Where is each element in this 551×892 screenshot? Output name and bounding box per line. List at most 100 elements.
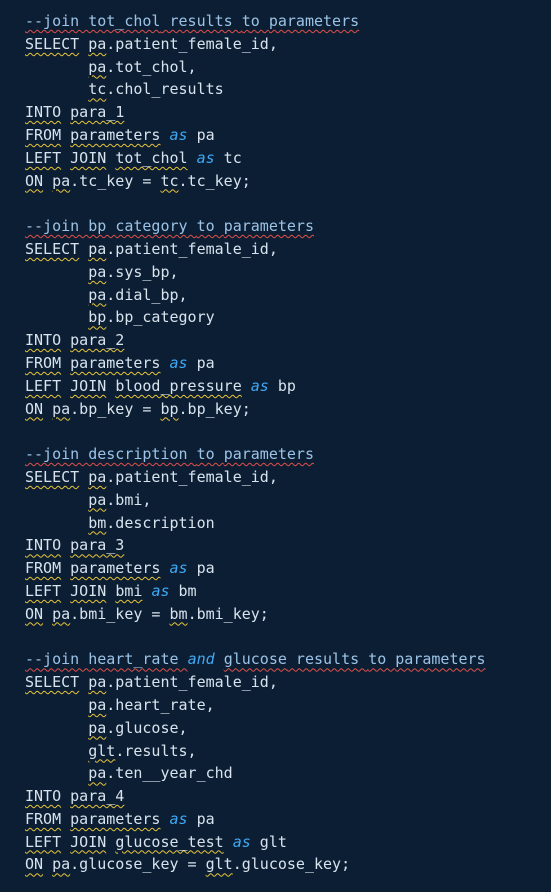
code-line[interactable]: INTO para_2 (25, 329, 551, 352)
code-line[interactable]: FROM parameters as pa (25, 808, 551, 831)
code-token: tc (214, 148, 242, 167)
code-line[interactable]: tc.chol_results (25, 78, 551, 101)
code-token: .bp_key; (178, 399, 251, 418)
code-line[interactable]: INTO para_4 (25, 785, 551, 808)
code-token: blood_pressure (115, 376, 242, 395)
code-token: LEFT (25, 832, 62, 851)
code-editor[interactable]: --join tot_chol results to parameters SEL… (0, 0, 551, 892)
code-line[interactable]: SELECT pa.patient_female_id, (25, 238, 551, 261)
code-line[interactable]: pa.glucose, (25, 717, 551, 740)
code-line[interactable] (25, 626, 551, 649)
code-token: LEFT (25, 581, 62, 600)
code-token: JOIN (70, 581, 107, 600)
code-line[interactable]: pa.ten__year_chd (25, 762, 551, 785)
code-token: JOIN (70, 148, 107, 167)
code-token: SELECT (25, 673, 80, 692)
code-token: as (169, 125, 188, 144)
code-line[interactable]: LEFT JOIN glucose_test as glt (25, 831, 551, 854)
code-token: FROM (25, 125, 62, 144)
code-line[interactable]: pa.heart_rate, (25, 694, 551, 717)
code-line[interactable]: LEFT JOIN blood_pressure as bp (25, 375, 551, 398)
code-token: pa (88, 673, 107, 692)
code-token: tc (88, 80, 107, 99)
code-token: as (232, 832, 251, 851)
code-token: .tc_key; (178, 171, 251, 190)
code-token: as (169, 559, 188, 578)
code-token: pa (88, 764, 107, 783)
code-line[interactable] (25, 420, 551, 443)
code-token: glucose_test (115, 832, 224, 851)
code-token: parameters (70, 125, 161, 144)
code-line[interactable]: LEFT JOIN tot_chol as tc (25, 147, 551, 170)
code-line[interactable]: ON pa.bmi_key = bm.bmi_key; (25, 603, 551, 626)
code-line[interactable]: pa.sys_bp, (25, 261, 551, 284)
code-token: and (187, 650, 215, 669)
code-line[interactable]: glt.results, (25, 740, 551, 763)
code-line[interactable]: pa.bmi, (25, 489, 551, 512)
code-token: to (196, 445, 224, 464)
code-line[interactable]: LEFT JOIN bmi as bm (25, 580, 551, 603)
code-line[interactable]: FROM parameters as pa (25, 124, 551, 147)
code-token: as (196, 148, 215, 167)
code-token: INTO (25, 536, 62, 555)
code-token: .tot_chol, (106, 57, 197, 76)
code-line[interactable] (25, 192, 551, 215)
code-token: parameters (223, 445, 314, 464)
code-token: to (368, 650, 396, 669)
code-line[interactable]: --join description to parameters (25, 443, 551, 466)
code-token: LEFT (25, 148, 62, 167)
code-line[interactable]: --join heart_rate and glucose results to… (25, 648, 551, 671)
code-line[interactable]: INTO para_1 (25, 101, 551, 124)
code-line[interactable]: pa.dial_bp, (25, 284, 551, 307)
code-token: to (196, 217, 224, 236)
code-line[interactable]: SELECT pa.patient_female_id, (25, 671, 551, 694)
code-line[interactable]: INTO para_3 (25, 534, 551, 557)
code-line[interactable]: bm.description (25, 512, 551, 535)
code-line[interactable]: FROM parameters as pa (25, 352, 551, 375)
code-line[interactable]: ON pa.tc_key = tc.tc_key; (25, 170, 551, 193)
code-token: JOIN (70, 832, 107, 851)
code-token: pa (88, 695, 107, 714)
code-token: pa (187, 809, 215, 828)
code-line[interactable]: ON pa.bp_key = bp.bp_key; (25, 398, 551, 421)
code-line[interactable]: pa.tot_chol, (25, 56, 551, 79)
code-line[interactable]: SELECT pa.patient_female_id, (25, 466, 551, 489)
code-line[interactable]: FROM parameters as pa (25, 557, 551, 580)
code-token: glucose (223, 650, 287, 669)
code-line[interactable]: SELECT pa.patient_female_id, (25, 33, 551, 56)
code-token: .heart_rate, (106, 695, 215, 714)
code-token: bm (169, 604, 188, 623)
code-line[interactable]: --join tot_chol results to parameters (25, 10, 551, 33)
code-token: results (160, 12, 242, 30)
code-token: glt (250, 832, 287, 851)
code-token: SELECT (25, 34, 80, 53)
code-line[interactable]: ON pa.glucose_key = glt.glucose_key; (25, 853, 551, 876)
code-token: pa (88, 239, 107, 258)
code-token: JOIN (70, 376, 107, 395)
code-token: tot_chol (88, 12, 161, 30)
code-token: pa (88, 467, 107, 486)
code-token: --join (25, 445, 89, 464)
code-line[interactable]: bp.bp_category (25, 306, 551, 329)
code-line[interactable]: --join bp category to parameters (25, 215, 551, 238)
